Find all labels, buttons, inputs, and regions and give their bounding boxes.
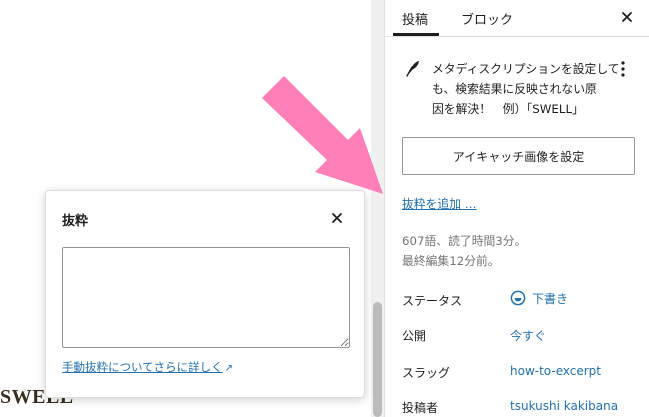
tab-block[interactable]: ブロック xyxy=(461,9,513,28)
pink-arrow-annotation xyxy=(262,76,383,194)
set-featured-image-button[interactable]: アイキャッチ画像を設定 xyxy=(402,137,635,175)
add-excerpt-link[interactable]: 抜粋を追加 … xyxy=(402,195,477,212)
publish-label: 公開 xyxy=(402,329,427,343)
excerpt-popover: 抜粋 手動抜粋についてさらに詳しく ↗ xyxy=(45,190,365,398)
post-title-line: 因を解決！ 例）「SWELL」 xyxy=(432,102,584,116)
settings-sidebar: 投稿 ブロック メタディスクリプションを設定して も、検索結果に反映されない原 … xyxy=(385,0,649,417)
kebab-menu-icon xyxy=(621,61,625,77)
status-label: ステータス xyxy=(402,294,463,308)
publish-value-button[interactable]: 今すぐ xyxy=(510,327,546,344)
author-label: 投稿者 xyxy=(402,401,439,415)
excerpt-textarea[interactable] xyxy=(62,247,350,348)
more-options-button[interactable] xyxy=(615,59,631,79)
manual-link-label: 手動抜粋についてさらに詳しく xyxy=(62,360,223,374)
tab-post[interactable]: 投稿 xyxy=(402,9,428,28)
last-edited-text: 最終編集12分前。 xyxy=(402,254,500,268)
external-link-icon: ↗ xyxy=(224,363,234,374)
post-stats: 607語、読了時間3分。 最終編集12分前。 xyxy=(402,231,526,271)
post-feather-icon xyxy=(405,59,421,77)
slug-value-button[interactable]: how-to-excerpt xyxy=(510,364,601,378)
sidebar-close-button[interactable] xyxy=(616,6,638,28)
draft-status-icon xyxy=(510,290,526,306)
manual-excerpt-help-link[interactable]: 手動抜粋についてさらに詳しく ↗ xyxy=(62,359,233,375)
status-value-button[interactable]: 下書き xyxy=(510,290,568,307)
post-title: メタディスクリプションを設定して も、検索結果に反映されない原 因を解決！ 例）… xyxy=(432,59,620,119)
slug-label: スラッグ xyxy=(402,366,451,380)
tabs-divider xyxy=(385,36,649,37)
editor-scrollbar-thumb[interactable] xyxy=(373,302,382,417)
popover-close-button[interactable] xyxy=(326,207,348,229)
arrow-shape xyxy=(262,76,383,194)
status-value: 下書き xyxy=(532,292,569,306)
word-count-text: 607語、読了時間3分。 xyxy=(402,234,527,248)
popover-title: 抜粋 xyxy=(62,214,89,229)
author-value-button[interactable]: tsukushi kakibana xyxy=(510,399,618,413)
post-title-line: も、検索結果に反映されない原 xyxy=(432,82,597,96)
post-title-line: メタディスクリプションを設定して xyxy=(432,62,620,76)
close-icon xyxy=(622,12,632,22)
close-icon xyxy=(332,213,342,223)
